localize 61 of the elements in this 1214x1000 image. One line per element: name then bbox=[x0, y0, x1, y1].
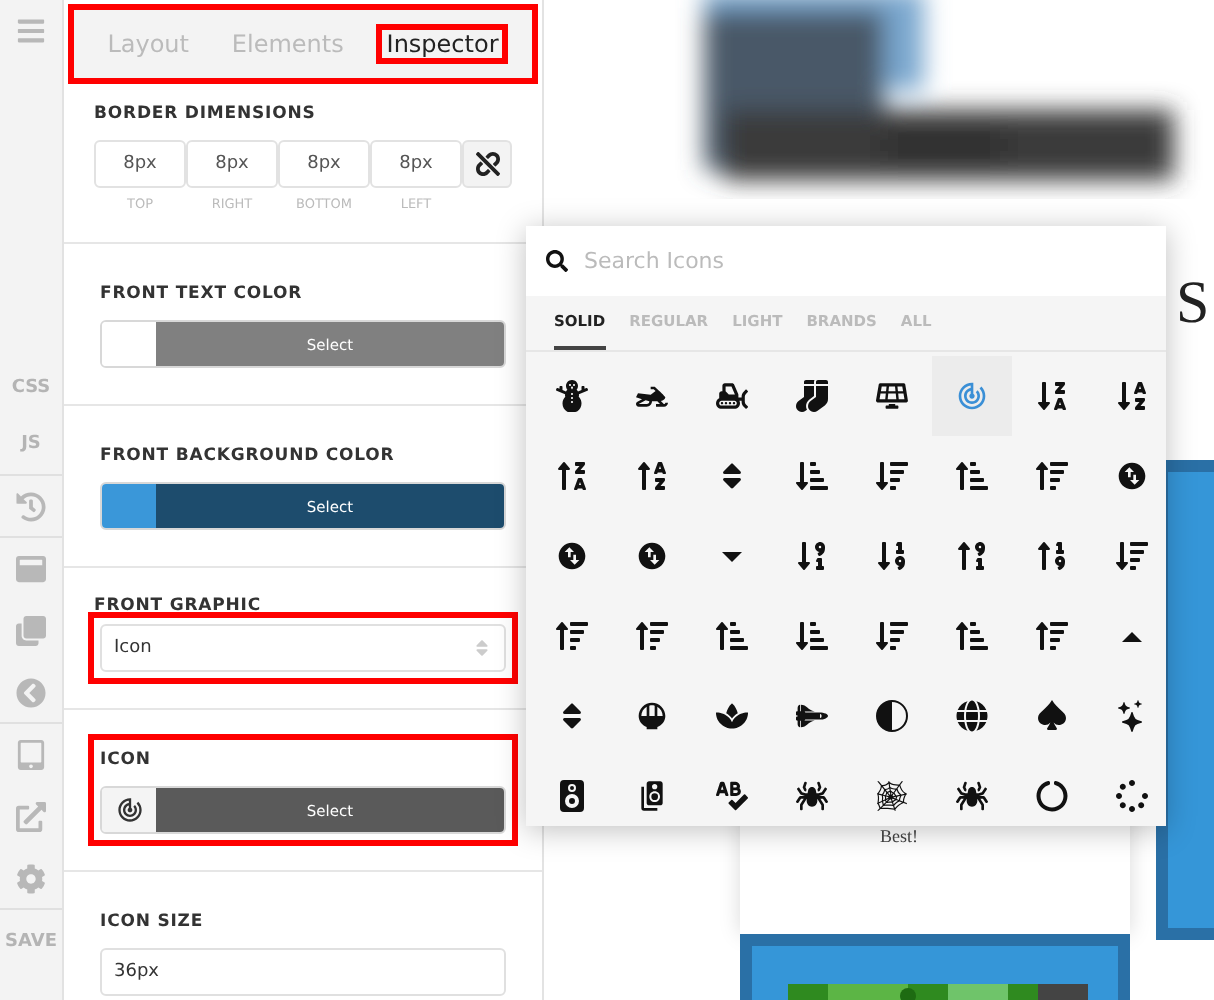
speaker-icon bbox=[556, 780, 588, 812]
sort-icon bbox=[876, 540, 908, 572]
size-input[interactable]: 36px bbox=[100, 948, 506, 996]
arc-icon bbox=[1036, 780, 1068, 812]
snowman-icon bbox=[556, 380, 588, 412]
spade-icon bbox=[1036, 700, 1068, 732]
sort-icon bbox=[636, 620, 668, 652]
sort-icon bbox=[1036, 460, 1068, 492]
speakers-icon bbox=[636, 780, 668, 812]
sparkles-icon bbox=[1116, 700, 1148, 732]
sort-icon bbox=[876, 460, 908, 492]
dimension-input[interactable]: 8px bbox=[186, 140, 278, 188]
target-icon bbox=[956, 380, 988, 412]
sort-icon bbox=[796, 540, 828, 572]
section-title: FRONT TEXT COLOR bbox=[100, 282, 305, 308]
section-title: BORDER DIMENSIONS bbox=[94, 102, 318, 128]
socks-icon bbox=[796, 380, 828, 412]
section-title: ICON SIZE bbox=[100, 910, 206, 936]
caret-up-icon bbox=[1122, 631, 1142, 641]
sort-icon bbox=[636, 460, 668, 492]
dimension-input[interactable]: 8px bbox=[370, 140, 462, 188]
dimension-input[interactable]: 8px bbox=[278, 140, 370, 188]
sort-icon bbox=[472, 638, 492, 658]
sort-icon bbox=[956, 540, 988, 572]
dimension-input[interactable]: 8px bbox=[94, 140, 186, 188]
sort-icon bbox=[956, 620, 988, 652]
select-field[interactable]: Icon bbox=[100, 624, 506, 672]
spell-check-icon bbox=[716, 780, 748, 812]
sort-icon bbox=[876, 620, 908, 652]
section-title: FRONT BACKGROUND COLOR bbox=[100, 444, 397, 470]
tab[interactable]: Inspector bbox=[376, 24, 509, 64]
sort-icon bbox=[1116, 540, 1148, 572]
section-title: FRONT GRAPHIC bbox=[94, 594, 263, 620]
spider-icon bbox=[796, 780, 828, 812]
solar-panel-icon bbox=[876, 380, 908, 412]
sort-icon bbox=[796, 460, 828, 492]
section-title: ICON bbox=[100, 748, 153, 774]
sort-icon bbox=[1036, 380, 1068, 412]
snowplow-icon bbox=[716, 380, 748, 412]
spider-icon bbox=[956, 780, 988, 812]
preview-heading: S bbox=[1176, 270, 1210, 338]
spinner-icon bbox=[1116, 780, 1148, 812]
lotus-icon bbox=[716, 700, 748, 732]
sort-icon bbox=[556, 460, 588, 492]
target-icon bbox=[115, 796, 143, 824]
caret-down-icon bbox=[722, 551, 742, 561]
icon-preview[interactable] bbox=[102, 788, 156, 832]
sort-icon bbox=[956, 460, 988, 492]
preview-caption: Best! bbox=[880, 826, 918, 846]
sort-icon bbox=[556, 620, 588, 652]
color-swatch[interactable] bbox=[102, 484, 156, 528]
link-toggle[interactable] bbox=[462, 140, 512, 188]
sort-icon bbox=[1036, 540, 1068, 572]
spider-web-icon bbox=[876, 780, 908, 812]
sort-icon bbox=[1036, 620, 1068, 652]
sort-icon bbox=[796, 620, 828, 652]
unlink-icon bbox=[475, 152, 499, 176]
search-icon bbox=[546, 250, 568, 272]
sort-icon bbox=[1116, 380, 1148, 412]
space-shuttle-icon bbox=[796, 700, 828, 732]
sort-icon bbox=[716, 620, 748, 652]
